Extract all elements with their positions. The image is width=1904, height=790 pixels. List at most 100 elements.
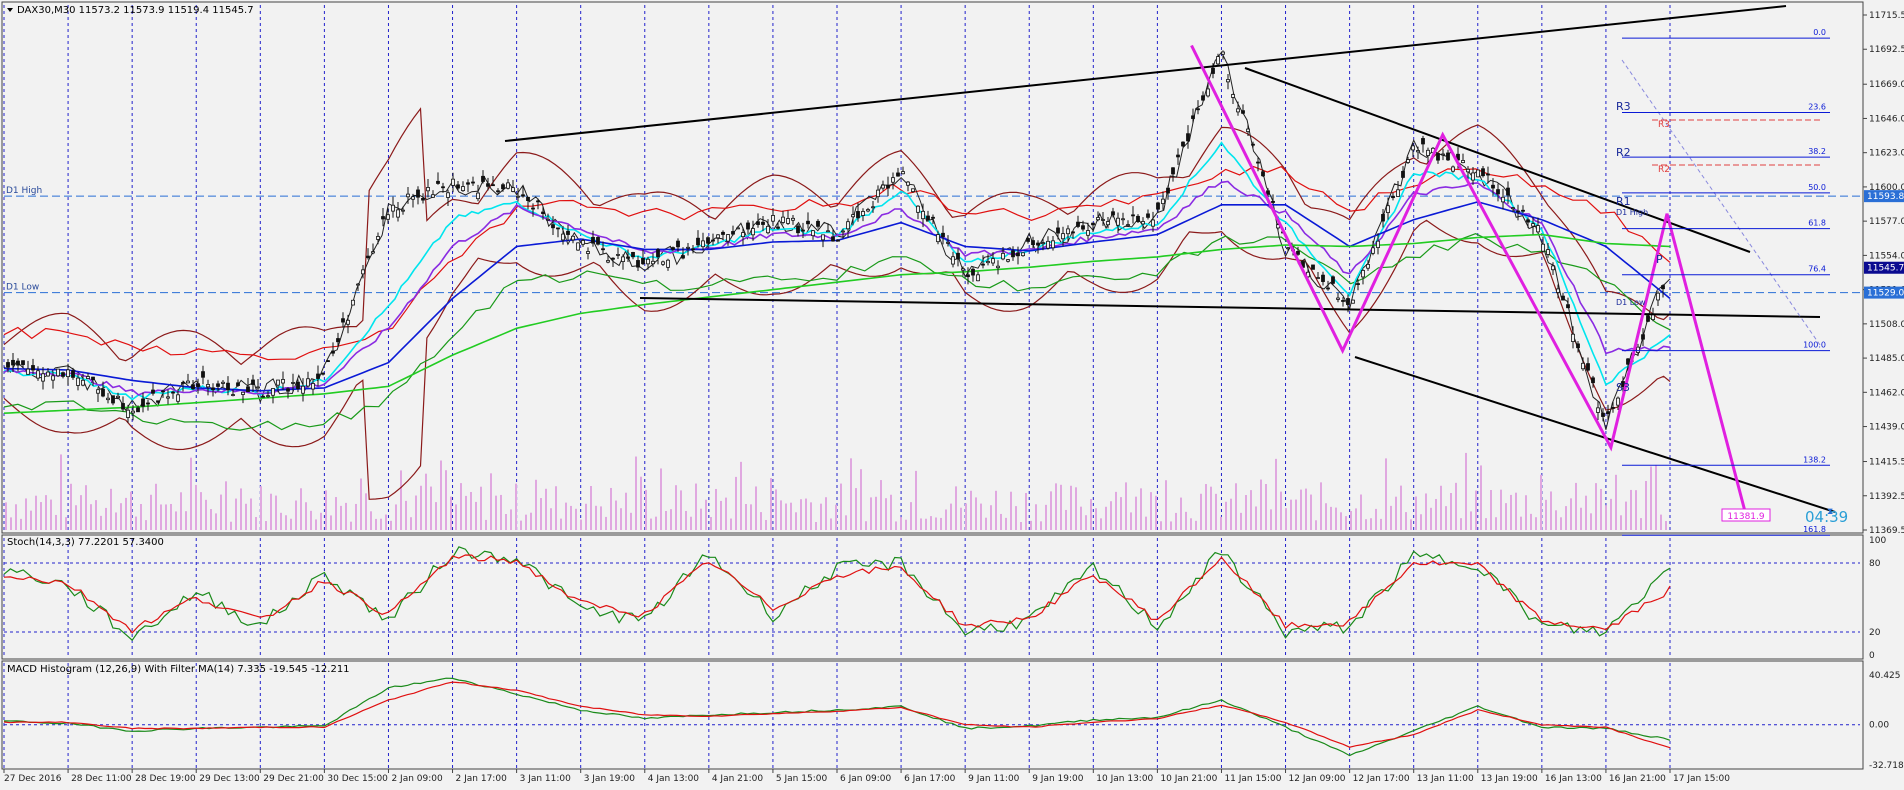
candle-body bbox=[71, 370, 75, 378]
candle-body bbox=[406, 193, 410, 198]
candle-body bbox=[1231, 94, 1235, 98]
candle-body bbox=[1241, 110, 1245, 114]
candle-body bbox=[191, 384, 195, 390]
candle-body bbox=[476, 192, 480, 200]
stoch-level-label: 80 bbox=[1869, 559, 1881, 569]
candle-body bbox=[1106, 221, 1110, 226]
candle-body bbox=[286, 388, 290, 392]
time-tick-label: 28 Dec 19:00 bbox=[135, 774, 196, 784]
candle-body bbox=[386, 214, 390, 220]
candle-body bbox=[966, 274, 970, 278]
time-tick-label: 4 Jan 21:00 bbox=[712, 774, 764, 784]
candle-body bbox=[931, 216, 935, 219]
candle-body bbox=[491, 184, 495, 187]
candle-body bbox=[996, 265, 1000, 269]
candle-body bbox=[521, 194, 525, 197]
time-tick-label: 12 Jan 09:00 bbox=[1289, 774, 1346, 784]
candle-body bbox=[1356, 283, 1360, 285]
time-tick-label: 2 Jan 09:00 bbox=[391, 774, 443, 784]
candle-body bbox=[1531, 223, 1535, 227]
time-tick-label: 4 Jan 13:00 bbox=[648, 774, 700, 784]
candle-body bbox=[41, 373, 45, 382]
candle-body bbox=[51, 375, 55, 381]
stoch-level-label: 20 bbox=[1869, 628, 1881, 638]
candle-body bbox=[531, 207, 535, 210]
candle-body bbox=[316, 373, 320, 379]
pivot-label: D1 High bbox=[1616, 208, 1648, 217]
candle-body bbox=[466, 182, 470, 185]
candle-body bbox=[481, 175, 485, 182]
candle-body bbox=[1066, 228, 1070, 235]
candle-body bbox=[516, 195, 520, 198]
price-tag-label: 11545.7 bbox=[1867, 264, 1904, 274]
candle-body bbox=[846, 221, 850, 230]
candle-body bbox=[1406, 159, 1410, 163]
candle-body bbox=[1036, 242, 1040, 246]
candle-body bbox=[1566, 304, 1570, 309]
candle-body bbox=[426, 187, 430, 192]
fib-level-label: 50.0 bbox=[1808, 183, 1826, 192]
candle-body bbox=[646, 258, 650, 265]
candle-body bbox=[1216, 56, 1220, 65]
candle-body bbox=[56, 368, 60, 377]
candle-body bbox=[1256, 161, 1260, 164]
candle-body bbox=[1151, 219, 1155, 227]
candle-body bbox=[76, 377, 80, 386]
candle-body bbox=[346, 319, 350, 325]
candle-body bbox=[1121, 218, 1125, 221]
candle-body bbox=[141, 398, 145, 407]
candle-body bbox=[326, 360, 330, 363]
candle-body bbox=[686, 246, 690, 249]
candle-body bbox=[891, 177, 895, 183]
candle-body bbox=[146, 402, 150, 405]
candle-body bbox=[1046, 240, 1050, 249]
candle-body bbox=[1086, 230, 1090, 236]
candle-body bbox=[311, 383, 315, 390]
candle-body bbox=[1321, 274, 1325, 282]
candle-body bbox=[166, 396, 170, 399]
candle-body bbox=[1381, 214, 1385, 222]
fib-level-label: 76.4 bbox=[1808, 265, 1826, 274]
candle-body bbox=[1096, 217, 1100, 221]
pivot-label: P bbox=[1656, 253, 1663, 266]
candle-body bbox=[731, 231, 735, 235]
candle-body bbox=[26, 368, 30, 375]
candle-body bbox=[1336, 297, 1340, 300]
price-tick-label: 11554.0 bbox=[1869, 251, 1904, 261]
candle-body bbox=[1606, 411, 1610, 415]
candle-body bbox=[1446, 152, 1450, 161]
candle-body bbox=[196, 383, 200, 388]
candle-body bbox=[431, 194, 435, 198]
macd-level-label: 40.425 bbox=[1869, 671, 1901, 681]
candle-body bbox=[201, 371, 205, 378]
candle-body bbox=[321, 372, 325, 375]
candle-body bbox=[436, 180, 440, 184]
candle-body bbox=[706, 237, 710, 244]
chart-canvas[interactable]: D1 High D1 Low 0.0 23.6 38.2 50.0 61.8 76.4 100… bbox=[0, 0, 1904, 786]
candle-body bbox=[921, 210, 925, 220]
time-tick-label: 9 Jan 11:00 bbox=[968, 774, 1020, 784]
candle-body bbox=[1311, 264, 1315, 270]
candle-body bbox=[1546, 249, 1550, 255]
candle-body bbox=[631, 251, 635, 258]
candle-body bbox=[556, 227, 560, 230]
candle-body bbox=[136, 407, 140, 413]
candle-body bbox=[501, 184, 505, 190]
candle-body bbox=[936, 234, 940, 243]
candle-body bbox=[1526, 219, 1530, 223]
candle-body bbox=[1026, 238, 1030, 242]
candle-body bbox=[1206, 88, 1210, 97]
candle-body bbox=[1051, 240, 1055, 249]
time-tick-label: 12 Jan 17:00 bbox=[1353, 774, 1410, 784]
candle-body bbox=[1601, 412, 1605, 417]
candle-body bbox=[576, 242, 580, 251]
candle-body bbox=[1211, 67, 1215, 74]
candle-body bbox=[1376, 240, 1380, 249]
price-tick-label: 11415.5 bbox=[1869, 458, 1904, 468]
candle-body bbox=[396, 209, 400, 218]
candle-body bbox=[1556, 288, 1560, 293]
candle-body bbox=[1056, 227, 1060, 234]
candle-body bbox=[1286, 247, 1290, 250]
candle-body bbox=[786, 218, 790, 224]
stoch-header: Stoch(14,3,3) 77.2201 57.3400 bbox=[7, 537, 164, 548]
